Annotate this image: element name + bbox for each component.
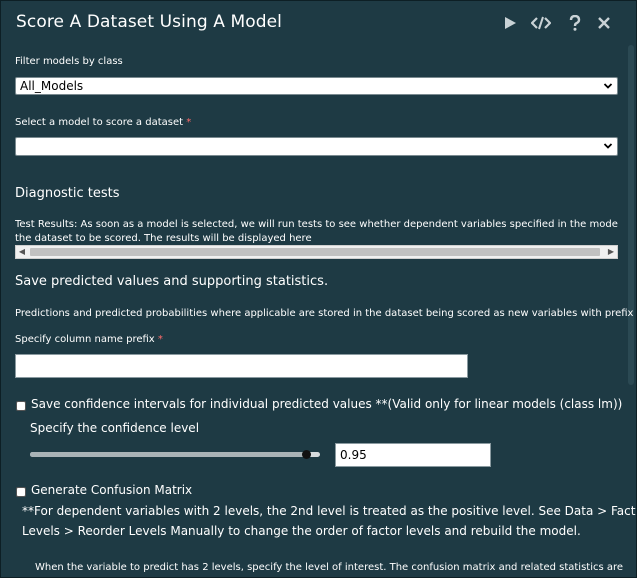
diagnostic-results-line1: Test Results: As soon as a model is sele…	[15, 219, 618, 230]
confidence-level-input[interactable]: 0.95	[335, 443, 491, 467]
vertical-scrollbar-thumb[interactable]	[628, 45, 634, 385]
filter-models-value: All_Models	[20, 79, 84, 93]
save-predictions-description: Predictions and predicted probabilities …	[15, 308, 637, 319]
dialog-window: Score A Dataset Using A Model Filter mod…	[0, 0, 637, 578]
confidence-intervals-checkbox[interactable]	[16, 401, 26, 411]
prefix-label: Specify column name prefix *	[15, 334, 163, 345]
select-model-label: Select a model to score a dataset *	[15, 117, 191, 128]
diagnostic-results-line2: the dataset to be scored. The results wi…	[15, 233, 312, 244]
horizontal-scrollbar-thumb[interactable]	[30, 248, 600, 256]
chevron-down-icon	[603, 143, 613, 149]
confidence-intervals-label: Save confidence intervals for individual…	[31, 397, 623, 411]
play-icon[interactable]	[502, 15, 518, 31]
prefix-label-text: Specify column name prefix	[15, 334, 155, 345]
filter-models-label: Filter models by class	[15, 56, 123, 67]
required-marker: *	[157, 334, 163, 345]
scroll-right-arrow-icon[interactable]: ▶	[606, 247, 616, 257]
save-predictions-heading: Save predicted values and supporting sta…	[15, 274, 329, 289]
close-icon[interactable]	[596, 15, 612, 31]
diagnostic-tests-heading: Diagnostic tests	[15, 186, 120, 201]
confidence-level-slider-handle[interactable]	[301, 450, 311, 459]
confusion-matrix-label: Generate Confusion Matrix	[31, 483, 193, 497]
confidence-level-slider[interactable]	[30, 450, 320, 459]
chevron-down-icon	[603, 83, 613, 89]
confusion-note-line2: Levels > Reorder Levels Manually to chan…	[22, 524, 581, 538]
prefix-input[interactable]	[15, 354, 468, 378]
title-bar: Score A Dataset Using A Model	[1, 1, 636, 45]
confusion-matrix-checkbox[interactable]	[16, 487, 26, 497]
confusion-note-line1: **For dependent variables with 2 levels,…	[22, 504, 637, 518]
dialog-title: Score A Dataset Using A Model	[16, 12, 282, 32]
diagnostic-horizontal-scrollbar[interactable]: ◀ ▶	[15, 245, 618, 259]
select-model-label-text: Select a model to score a dataset	[15, 117, 184, 128]
confidence-level-slider-fill	[30, 452, 306, 457]
scroll-left-arrow-icon[interactable]: ◀	[17, 247, 27, 257]
confidence-level-label: Specify the confidence level	[30, 421, 200, 435]
confidence-level-value: 0.95	[340, 448, 367, 462]
code-icon[interactable]	[531, 15, 551, 31]
filter-models-select[interactable]: All_Models	[15, 77, 618, 95]
required-marker: *	[186, 117, 192, 128]
help-icon[interactable]	[567, 15, 583, 31]
select-model-select[interactable]	[15, 137, 618, 156]
level-of-interest-text: When the variable to predict has 2 level…	[35, 562, 624, 573]
